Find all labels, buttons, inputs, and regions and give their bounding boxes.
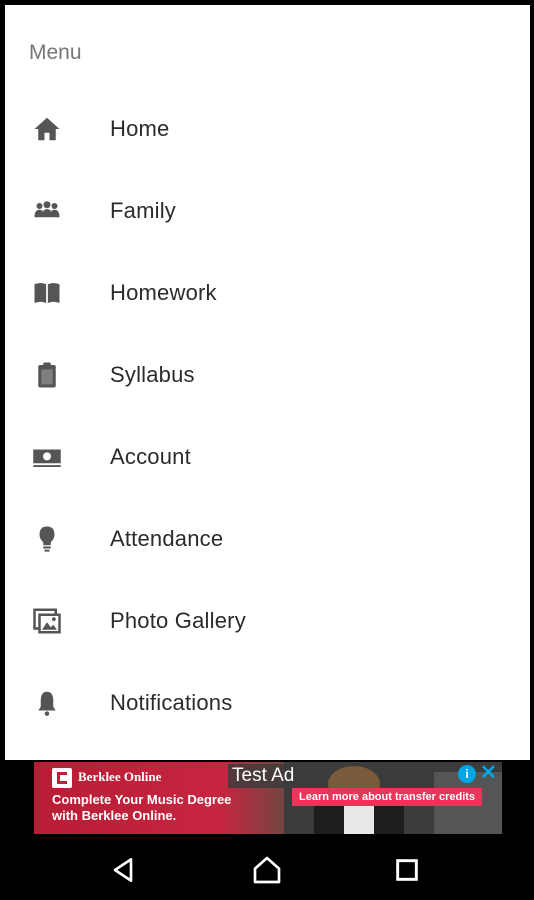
photo-gallery-icon — [31, 605, 63, 637]
drawer-item-family[interactable]: Family — [5, 181, 530, 241]
navigation-drawer: Menu Home Family Homework Syllabus Accou… — [5, 5, 530, 760]
ad-info-icon[interactable]: i — [458, 765, 476, 783]
drawer-item-label: Home — [110, 116, 170, 141]
book-icon — [31, 277, 63, 309]
drawer-item-home[interactable]: Home — [5, 99, 530, 159]
system-navigation-bar — [0, 836, 534, 900]
drawer-item-notifications[interactable]: Notifications — [5, 673, 530, 733]
clipboard-icon — [31, 359, 63, 391]
lightbulb-icon — [31, 523, 63, 555]
money-icon — [31, 441, 63, 473]
recents-icon[interactable] — [389, 852, 425, 888]
berklee-logo — [52, 768, 72, 788]
drawer-item-syllabus[interactable]: Syllabus — [5, 345, 530, 405]
home-circle-icon[interactable] — [249, 852, 285, 888]
drawer-item-label: Family — [110, 198, 176, 223]
ad-headline: Complete Your Music Degree with Berklee … — [52, 792, 232, 823]
drawer-item-label: Photo Gallery — [110, 608, 246, 633]
home-icon — [31, 113, 63, 145]
drawer-item-label: Homework — [110, 280, 217, 305]
drawer-item-label: Syllabus — [110, 362, 195, 387]
drawer-item-label: Attendance — [110, 526, 224, 551]
back-icon[interactable] — [105, 852, 141, 888]
test-ad-label: Test Ad — [228, 764, 299, 788]
drawer-item-homework[interactable]: Homework — [5, 263, 530, 323]
drawer-item-account[interactable]: Account — [5, 427, 530, 487]
banner-ad[interactable]: Berklee Online Test Ad i ✕ Learn more ab… — [34, 762, 502, 834]
drawer-item-label: Account — [110, 444, 191, 469]
drawer-item-label: Notifications — [110, 690, 233, 715]
ad-close-icon[interactable]: ✕ — [480, 763, 497, 783]
bell-icon — [31, 687, 63, 719]
people-icon — [31, 195, 63, 227]
ad-cta-button[interactable]: Learn more about transfer credits — [292, 788, 483, 806]
ad-brand: Berklee Online — [78, 769, 162, 784]
drawer-item-photo-gallery[interactable]: Photo Gallery — [5, 591, 530, 651]
drawer-header: Menu — [29, 41, 82, 64]
drawer-item-attendance[interactable]: Attendance — [5, 509, 530, 569]
